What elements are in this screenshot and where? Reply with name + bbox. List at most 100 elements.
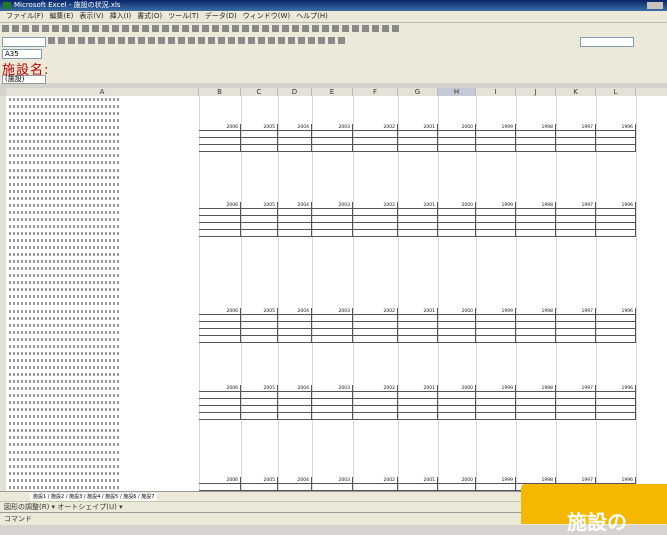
table-cell[interactable] xyxy=(438,484,476,491)
table-cell[interactable] xyxy=(398,336,438,343)
column-header[interactable]: K xyxy=(556,88,596,96)
toolbar-button[interactable] xyxy=(112,25,119,32)
table-cell[interactable] xyxy=(556,209,596,216)
table-cell[interactable] xyxy=(398,138,438,145)
toolbar-button[interactable] xyxy=(322,25,329,32)
table-cell[interactable]: 2006 xyxy=(199,385,241,392)
table-cell[interactable] xyxy=(312,484,353,491)
toolbar-button[interactable] xyxy=(258,37,265,44)
table-cell[interactable] xyxy=(278,413,312,420)
table-row[interactable] xyxy=(6,293,667,300)
table-cell[interactable] xyxy=(476,138,516,145)
table-cell[interactable] xyxy=(556,413,596,420)
table-cell[interactable]: 2000 xyxy=(438,308,476,315)
table-cell[interactable] xyxy=(596,413,636,420)
toolbar-button[interactable] xyxy=(142,25,149,32)
table-cell[interactable] xyxy=(516,138,556,145)
table-row[interactable] xyxy=(6,96,667,103)
toolbar-button[interactable] xyxy=(282,25,289,32)
table-row[interactable] xyxy=(6,279,667,286)
toolbar-button[interactable] xyxy=(212,25,219,32)
table-cell[interactable] xyxy=(199,329,241,336)
toolbar-button[interactable] xyxy=(22,25,29,32)
table-row[interactable] xyxy=(6,371,667,378)
table-cell[interactable] xyxy=(398,145,438,152)
table-row[interactable] xyxy=(6,188,667,195)
menu-item[interactable]: 挿入(I) xyxy=(110,11,132,22)
toolbar-button[interactable] xyxy=(372,25,379,32)
table-cell[interactable]: 1999 xyxy=(476,308,516,315)
table-cell[interactable] xyxy=(312,230,353,237)
table-cell[interactable] xyxy=(596,392,636,399)
table-cell[interactable]: 2002 xyxy=(353,477,398,484)
table-cell[interactable] xyxy=(516,223,556,230)
table-row[interactable] xyxy=(6,357,667,364)
table-row[interactable] xyxy=(6,463,667,470)
table-cell[interactable] xyxy=(353,145,398,152)
table-cell[interactable] xyxy=(516,413,556,420)
table-cell[interactable] xyxy=(241,131,278,138)
menu-item[interactable]: ツール(T) xyxy=(168,11,199,22)
column-header[interactable]: I xyxy=(476,88,516,96)
table-cell[interactable] xyxy=(596,209,636,216)
table-row[interactable] xyxy=(6,167,667,174)
column-header[interactable]: A xyxy=(6,88,199,96)
table-cell[interactable] xyxy=(278,329,312,336)
toolbar-button[interactable] xyxy=(88,37,95,44)
table-cell[interactable] xyxy=(438,230,476,237)
toolbar-button[interactable] xyxy=(222,25,229,32)
toolbar-button[interactable] xyxy=(362,25,369,32)
menu-item[interactable]: ヘルプ(H) xyxy=(296,11,328,22)
table-cell[interactable] xyxy=(596,138,636,145)
toolbar-button[interactable] xyxy=(318,37,325,44)
table-cell[interactable] xyxy=(312,315,353,322)
table-cell[interactable]: 2001 xyxy=(398,202,438,209)
name-box[interactable]: (施設) xyxy=(2,75,46,84)
table-cell[interactable] xyxy=(596,329,636,336)
table-cell[interactable] xyxy=(516,406,556,413)
column-header[interactable]: C xyxy=(241,88,278,96)
column-header[interactable]: E xyxy=(312,88,353,96)
table-cell[interactable]: 2000 xyxy=(438,124,476,131)
table-cell[interactable] xyxy=(353,336,398,343)
table-cell[interactable] xyxy=(596,145,636,152)
toolbar-button[interactable] xyxy=(148,37,155,44)
toolbar-button[interactable] xyxy=(328,37,335,44)
toolbar-button[interactable] xyxy=(32,25,39,32)
table-cell[interactable] xyxy=(398,399,438,406)
table-cell[interactable] xyxy=(278,392,312,399)
table-cell[interactable] xyxy=(312,322,353,329)
table-cell[interactable] xyxy=(312,329,353,336)
table-row[interactable] xyxy=(6,449,667,456)
table-cell[interactable]: 2001 xyxy=(398,124,438,131)
table-cell[interactable] xyxy=(438,392,476,399)
toolbar-button[interactable] xyxy=(102,25,109,32)
table-cell[interactable]: 2005 xyxy=(241,477,278,484)
table-cell[interactable] xyxy=(438,315,476,322)
table-cell[interactable] xyxy=(438,216,476,223)
table-cell[interactable] xyxy=(596,230,636,237)
table-cell[interactable]: 2004 xyxy=(278,124,312,131)
toolbar-button[interactable] xyxy=(288,37,295,44)
toolbar-button[interactable] xyxy=(382,25,389,32)
table-cell[interactable]: 2002 xyxy=(353,385,398,392)
table-cell[interactable]: 2000 xyxy=(438,385,476,392)
table-cell[interactable] xyxy=(398,484,438,491)
table-cell[interactable]: 1996 xyxy=(596,202,636,209)
table-cell[interactable] xyxy=(398,209,438,216)
toolbar-button[interactable] xyxy=(132,25,139,32)
table-cell[interactable] xyxy=(438,406,476,413)
window-buttons[interactable] xyxy=(647,2,663,9)
toolbar-button[interactable] xyxy=(98,37,105,44)
table-cell[interactable] xyxy=(516,322,556,329)
toolbar-button[interactable] xyxy=(12,25,19,32)
column-header[interactable]: D xyxy=(278,88,312,96)
toolbar-button[interactable] xyxy=(188,37,195,44)
table-cell[interactable] xyxy=(353,329,398,336)
toolbar-button[interactable] xyxy=(192,25,199,32)
table-cell[interactable] xyxy=(516,216,556,223)
table-cell[interactable] xyxy=(312,131,353,138)
table-cell[interactable] xyxy=(556,315,596,322)
table-cell[interactable]: 1998 xyxy=(516,477,556,484)
table-row[interactable] xyxy=(6,350,667,357)
